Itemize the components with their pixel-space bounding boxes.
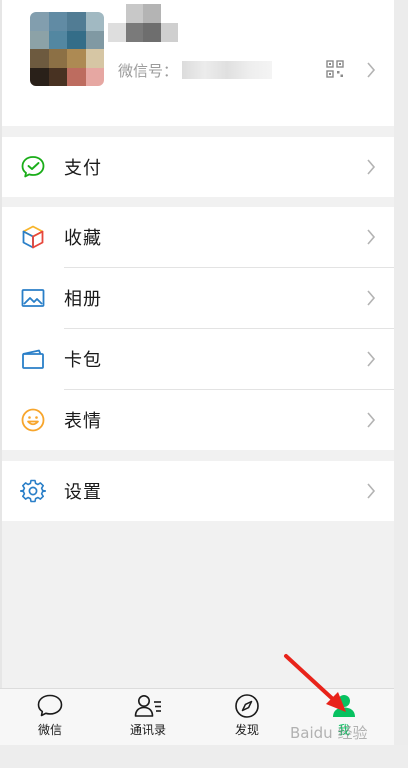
nickname-blurred <box>108 4 178 42</box>
services-section: 收藏 相册 卡包 表情 <box>2 207 394 450</box>
album-image-icon <box>21 289 45 307</box>
wechat-id-label: 微信号： <box>118 61 179 80</box>
gear-icon <box>20 479 46 503</box>
menu-item-label: 收藏 <box>64 228 102 249</box>
menu-item-label: 相册 <box>64 289 102 310</box>
profile-card[interactable]: 微信号： <box>2 0 394 126</box>
menu-item-stickers[interactable]: 表情 <box>2 390 394 450</box>
menu-item-label: 设置 <box>64 482 102 503</box>
pay-icon <box>21 156 45 178</box>
tab-chats[interactable]: 微信 <box>10 693 90 743</box>
menu-item-pay[interactable]: 支付 <box>2 137 394 197</box>
right-edge <box>394 0 408 768</box>
tab-contacts[interactable]: 通讯录 <box>108 693 188 743</box>
contacts-icon <box>134 695 161 717</box>
chevron-right-icon <box>367 290 376 306</box>
chevron-right-icon <box>367 62 376 78</box>
avatar[interactable] <box>30 12 104 86</box>
pay-section: 支付 <box>2 137 394 197</box>
menu-item-favorites[interactable]: 收藏 <box>2 207 394 267</box>
qr-code-icon[interactable] <box>326 60 344 78</box>
favorites-cube-icon <box>22 225 44 249</box>
chat-bubble-icon <box>37 694 63 717</box>
menu-item-settings[interactable]: 设置 <box>2 461 394 521</box>
compass-icon <box>235 694 259 718</box>
menu-item-label: 卡包 <box>64 350 102 371</box>
menu-item-label: 表情 <box>64 411 102 432</box>
bottom-edge <box>0 745 408 768</box>
chevron-right-icon <box>367 159 376 175</box>
tab-label: 微信 <box>37 723 62 737</box>
chevron-right-icon <box>367 351 376 367</box>
smiley-icon <box>21 408 45 432</box>
tab-discover[interactable]: 发现 <box>207 693 287 743</box>
settings-section: 设置 <box>2 461 394 521</box>
watermark: Baidu 经验 <box>290 724 368 742</box>
menu-item-cards[interactable]: 卡包 <box>2 329 394 389</box>
wallet-card-icon <box>22 349 44 369</box>
annotation-arrow <box>284 654 346 712</box>
wechat-id-value-blurred <box>182 61 273 79</box>
chevron-right-icon <box>367 483 376 499</box>
wechat-id-row[interactable]: 微信号： <box>118 58 273 82</box>
chevron-right-icon <box>367 229 376 245</box>
menu-item-album[interactable]: 相册 <box>2 268 394 328</box>
tab-label: 发现 <box>234 723 259 737</box>
menu-item-label: 支付 <box>64 158 102 179</box>
tab-label: 通讯录 <box>129 723 166 737</box>
chevron-right-icon <box>367 412 376 428</box>
